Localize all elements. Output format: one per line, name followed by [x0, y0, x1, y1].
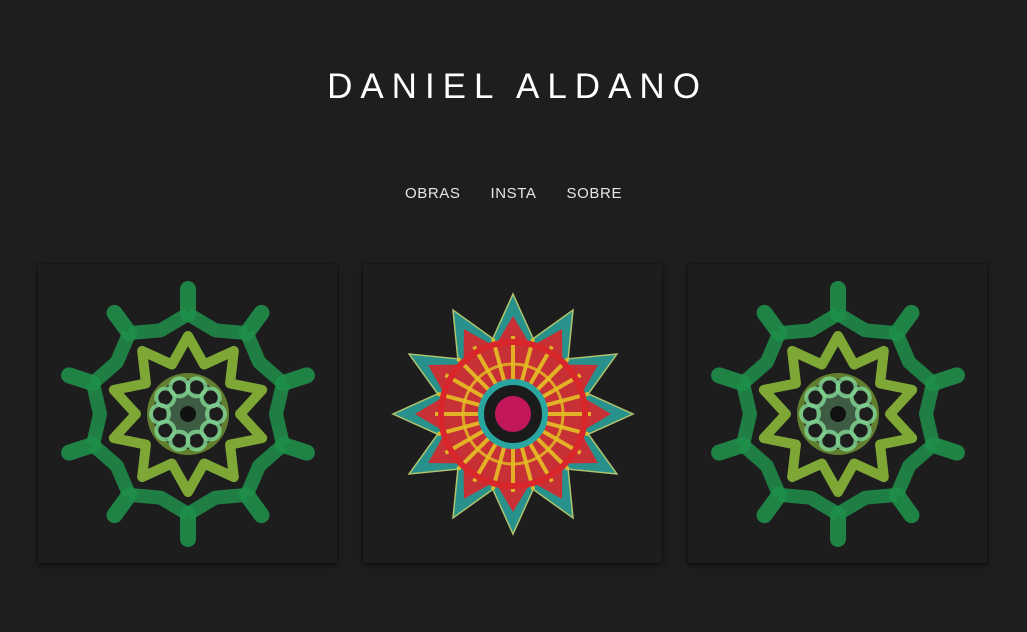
- artwork-gallery: [38, 264, 987, 563]
- site-title[interactable]: DANIEL ALDANO: [0, 64, 1027, 110]
- nav-item-sobre[interactable]: SOBRE: [567, 183, 623, 205]
- artwork-green-mandala-1: [60, 280, 315, 547]
- artwork-card-1[interactable]: [38, 264, 337, 563]
- main-nav: OBRAS INSTA SOBRE: [0, 183, 1027, 205]
- artwork-green-mandala-2: [710, 280, 965, 547]
- artwork-card-2[interactable]: [363, 264, 662, 563]
- nav-item-insta[interactable]: INSTA: [490, 183, 536, 205]
- artwork-colorful-mandala: [390, 291, 635, 536]
- artwork-card-3[interactable]: [688, 264, 987, 563]
- nav-item-obras[interactable]: OBRAS: [405, 183, 461, 205]
